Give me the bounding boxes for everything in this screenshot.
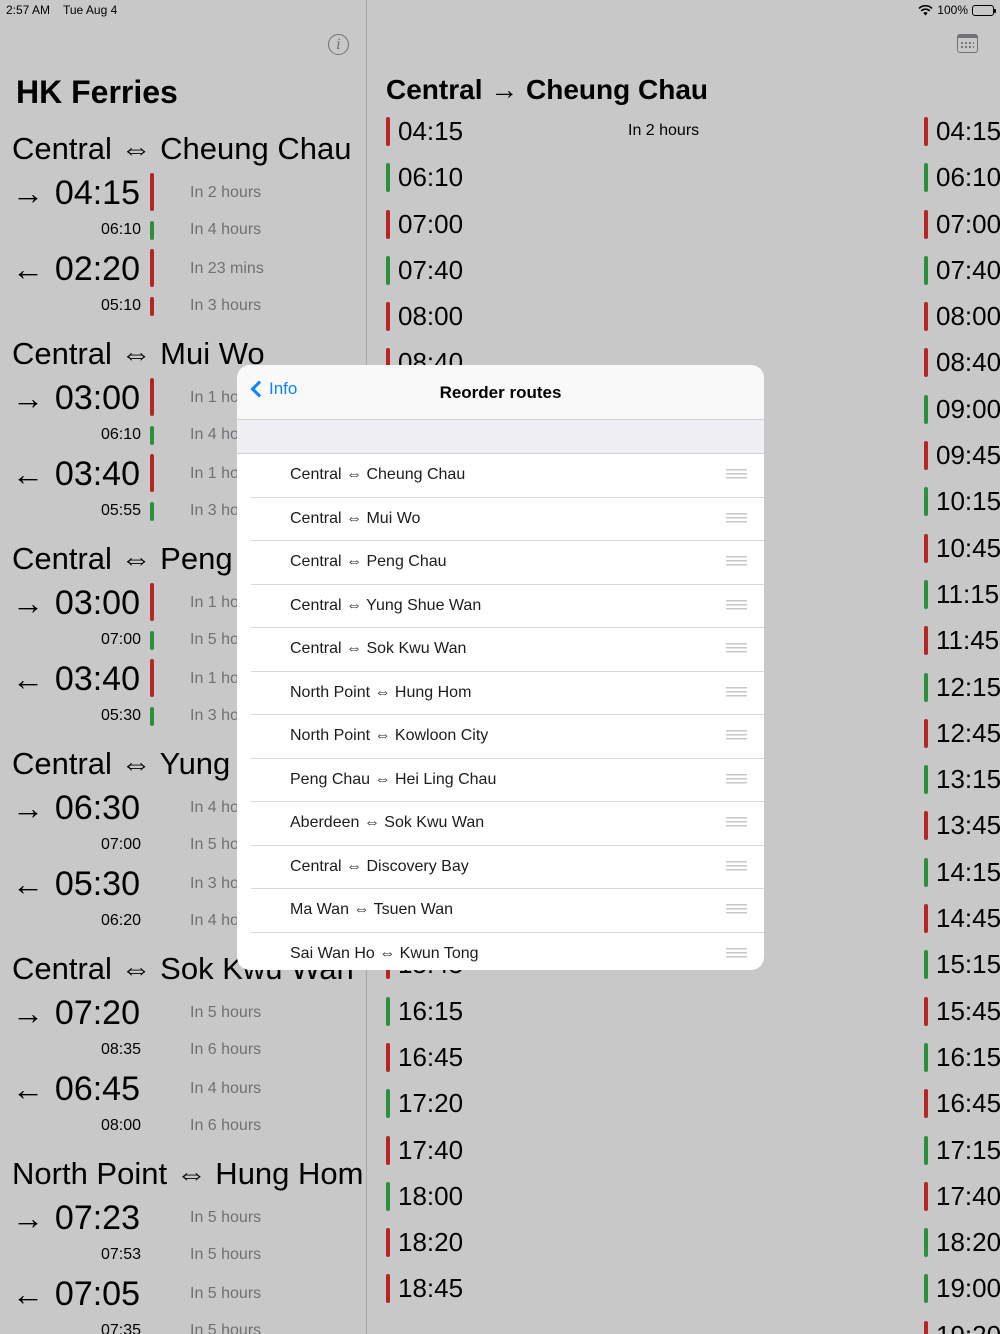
route-label: Central ⇔ Peng Chau: [290, 553, 447, 570]
reorder-row[interactable]: Central ⇔ Cheung Chau: [237, 454, 764, 498]
drag-handle-icon[interactable]: [726, 686, 747, 699]
drag-handle-icon[interactable]: [726, 817, 747, 829]
reorder-row[interactable]: Peng Chau ⇔ Hei Ling Chau: [237, 759, 764, 803]
drag-handle-icon[interactable]: [726, 643, 747, 655]
reorder-list: Central ⇔ Cheung Chau Central ⇔ Mui Wo Cen…: [237, 454, 764, 970]
route-label: Central ⇔ Cheung Chau: [290, 466, 466, 483]
route-label: Central ⇔ Mui Wo: [290, 509, 421, 527]
reorder-row[interactable]: Central ⇔ Discovery Bay: [237, 846, 764, 890]
drag-handle-icon[interactable]: [726, 904, 747, 916]
drag-handle-icon[interactable]: [726, 773, 747, 786]
reorder-row[interactable]: Aberdeen ⇔ Sok Kwu Wan: [237, 802, 764, 846]
reorder-row[interactable]: Central ⇔ Peng Chau: [237, 541, 764, 585]
reorder-row[interactable]: Sai Wan Ho ⇔ Kwun Tong: [237, 933, 764, 971]
reorder-row[interactable]: Central ⇔ Yung Shue Wan: [237, 585, 764, 629]
route-label: Sai Wan Ho ⇔ Kwun Tong: [290, 944, 479, 962]
modal-nav-bar: Info Reorder routes: [237, 365, 764, 420]
route-label: Central ⇔ Sok Kwu Wan: [290, 640, 467, 657]
drag-handle-icon[interactable]: [726, 556, 747, 568]
modal-title: Reorder routes: [439, 383, 562, 402]
route-label: Aberdeen ⇔ Sok Kwu Wan: [290, 814, 485, 831]
route-label: North Point ⇔ Hung Hom: [290, 683, 472, 701]
drag-handle-icon[interactable]: [726, 599, 747, 612]
route-label: Central ⇔ Yung Shue Wan: [290, 596, 482, 614]
route-label: Central ⇔ Discovery Bay: [290, 857, 469, 875]
section-header: [237, 420, 764, 454]
reorder-row[interactable]: Central ⇔ Mui Wo: [237, 498, 764, 542]
reorder-row[interactable]: North Point ⇔ Hung Hom: [237, 672, 764, 716]
drag-handle-icon[interactable]: [726, 512, 747, 525]
reorder-row[interactable]: Central ⇔ Sok Kwu Wan: [237, 628, 764, 672]
route-label: Ma Wan ⇔ Tsuen Wan: [290, 901, 454, 918]
reorder-row[interactable]: Ma Wan ⇔ Tsuen Wan: [237, 889, 764, 933]
route-label: North Point ⇔ Kowloon City: [290, 727, 489, 744]
route-label: Peng Chau ⇔ Hei Ling Chau: [290, 770, 497, 788]
drag-handle-icon[interactable]: [726, 947, 747, 960]
drag-handle-icon[interactable]: [726, 469, 747, 481]
reorder-routes-modal: Info Reorder routes Central ⇔ Cheung Cha…: [237, 365, 764, 970]
drag-handle-icon[interactable]: [726, 730, 747, 742]
drag-handle-icon[interactable]: [726, 860, 747, 873]
reorder-row[interactable]: North Point ⇔ Kowloon City: [237, 715, 764, 759]
